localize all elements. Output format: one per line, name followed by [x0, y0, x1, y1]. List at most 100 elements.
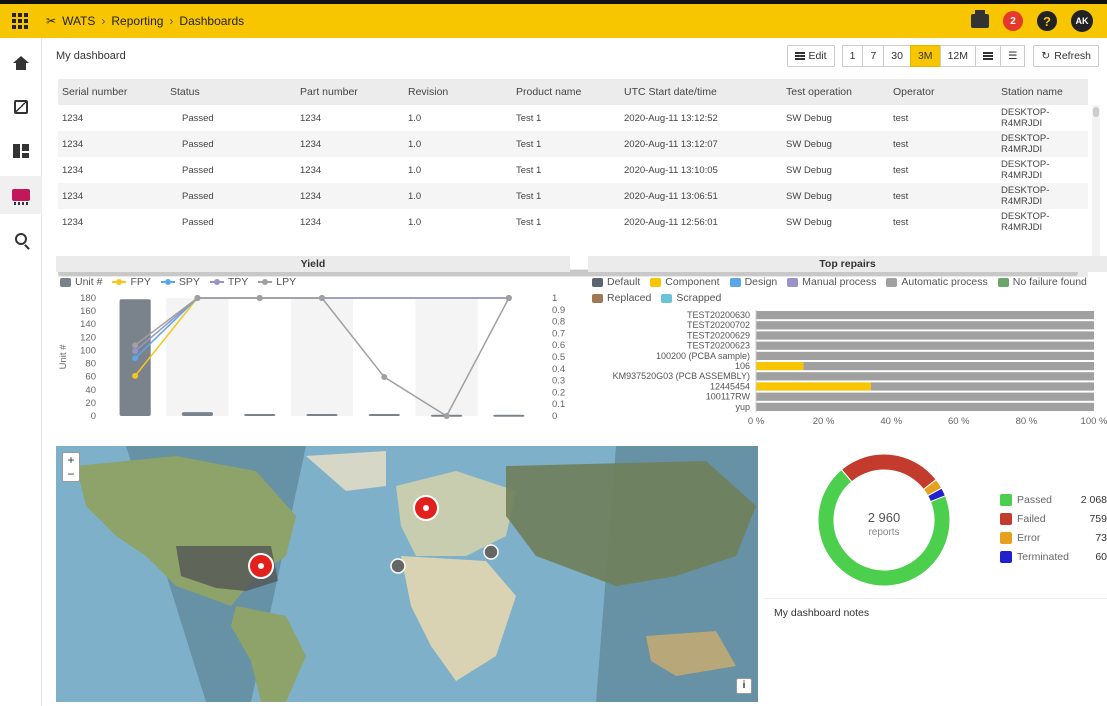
location-marker-turkey[interactable]	[483, 544, 499, 560]
legend-label: LPY	[276, 276, 297, 288]
category-label: TEST20200630	[687, 310, 750, 320]
x-tick-label: 80 %	[1016, 416, 1038, 427]
column-header[interactable]: Status	[166, 79, 296, 105]
brand-name[interactable]: WATS	[62, 14, 95, 28]
dashboard-icon	[13, 144, 29, 158]
table-cell: SW Debug	[786, 138, 832, 150]
yield-point	[319, 295, 325, 301]
legend-item[interactable]: Manual process	[787, 276, 876, 288]
table-row[interactable]: 1234 Passed 1234 1.0 Test 1 2020-Aug-11 13:12…	[58, 105, 1088, 131]
column-header[interactable]: Serial number	[58, 79, 166, 105]
column-header[interactable]: UTC Start date/time	[620, 79, 782, 105]
legend-swatch	[1000, 493, 1012, 506]
y-tick-label: 140	[80, 319, 96, 330]
legend-item[interactable]: Unit #	[60, 276, 102, 288]
yield-point	[194, 295, 201, 301]
range-12m-button[interactable]: 12M	[939, 45, 976, 67]
table-cell: 1.0	[408, 164, 422, 176]
column-header[interactable]: Operator	[889, 79, 997, 105]
legend-item[interactable]: SPY	[160, 276, 200, 288]
app-menu-icon[interactable]	[0, 4, 40, 38]
reports-table: Serial number Status Part number Revisio…	[58, 79, 1104, 277]
legend-item[interactable]: Default	[592, 276, 640, 288]
repair-bar	[756, 351, 1094, 360]
sidebar-item-search[interactable]	[0, 220, 42, 258]
sidebar-item-production[interactable]	[0, 176, 42, 214]
list-view-button[interactable]: ☰	[1000, 45, 1026, 67]
yield-point	[132, 348, 139, 355]
zoom-in-button[interactable]: +	[63, 453, 79, 467]
legend-item[interactable]: Scrapped	[661, 292, 721, 304]
legend-swatch	[60, 277, 71, 287]
table-cell: test	[893, 138, 909, 150]
vertical-scrollbar[interactable]	[1092, 105, 1100, 265]
column-header[interactable]: Product name	[512, 79, 620, 105]
main-content: My dashboard Edit 1 7 30 3M 12M ☰ ↻ Refr…	[42, 38, 1107, 706]
legend-value: 759	[1089, 512, 1107, 525]
legend-item[interactable]: FPY	[112, 276, 151, 288]
status-legend-row[interactable]: Terminated 60	[1000, 547, 1107, 566]
location-marker-spain[interactable]	[390, 558, 406, 574]
range-3m-button[interactable]: 3M	[909, 45, 941, 67]
table-row[interactable]: 1234 Passed 1234 1.0 Test 1 2020-Aug-11 13:06…	[58, 183, 1088, 209]
column-header[interactable]: Part number	[296, 79, 404, 105]
table-cell: DESKTOP-R4MRJDI	[1001, 107, 1050, 129]
range-1-button[interactable]: 1	[841, 45, 864, 67]
legend-label: TPY	[227, 276, 249, 288]
x-tick-label: 0 %	[748, 416, 765, 427]
legend-item[interactable]: Design	[729, 276, 777, 288]
edit-icon	[794, 52, 805, 60]
sidebar-item-home[interactable]	[0, 44, 42, 82]
avatar[interactable]: AK	[1071, 10, 1093, 32]
notification-badge[interactable]: 2	[1003, 11, 1023, 31]
legend-item[interactable]: TPY	[209, 276, 249, 288]
table-cell: 1.0	[408, 138, 422, 150]
yield-legend: Unit # FPY SPY TPY LPY	[56, 272, 570, 292]
sidebar-item-analytics[interactable]	[0, 88, 42, 126]
legend-label: SPY	[178, 276, 200, 288]
status-legend-row[interactable]: Error 73	[1000, 528, 1107, 547]
map-info-button[interactable]: i	[736, 678, 752, 694]
column-header[interactable]: Revision	[404, 79, 512, 105]
range-30-button[interactable]: 30	[883, 45, 911, 67]
grid-view-button[interactable]	[975, 45, 1001, 67]
column-header[interactable]: Test operation	[782, 79, 889, 105]
legend-item[interactable]: No failure found	[997, 276, 1087, 288]
repair-bar	[756, 311, 1094, 320]
table-cell: 1234	[300, 112, 322, 124]
table-cell: SW Debug	[786, 112, 832, 124]
repair-bar	[870, 382, 1094, 391]
y-tick-label: 100	[80, 345, 96, 356]
zoom-out-button[interactable]: −	[63, 467, 79, 481]
legend-item[interactable]: LPY	[258, 276, 296, 288]
column-header[interactable]: Station name	[997, 79, 1088, 105]
table-row[interactable]: 1234 Passed 1234 1.0 Test 1 2020-Aug-11 12:56…	[58, 209, 1088, 235]
world-map[interactable]: + − i	[56, 446, 758, 702]
legend-item[interactable]: Replaced	[592, 292, 651, 304]
legend-item[interactable]: Automatic process	[886, 276, 988, 288]
wats-logo[interactable]: ✂	[46, 14, 56, 28]
legend-swatch	[258, 279, 273, 285]
status-legend-row[interactable]: Passed 2 068	[1000, 490, 1107, 509]
table-cell: 1234	[62, 112, 84, 124]
help-icon[interactable]: ?	[1037, 11, 1057, 31]
legend-swatch	[1000, 531, 1012, 544]
yield-title: Yield	[56, 256, 570, 272]
breadcrumb-dashboards[interactable]: Dashboards	[179, 14, 244, 28]
table-cell: DESKTOP-R4MRJDI	[1001, 159, 1050, 181]
x-tick-label: 60 %	[948, 416, 970, 427]
breadcrumb-reporting[interactable]: Reporting	[111, 14, 163, 28]
legend-item[interactable]: Component	[650, 276, 720, 288]
table-cell: 1234	[300, 216, 322, 228]
plot-band	[290, 298, 354, 416]
sidebar-item-dashboard[interactable]	[0, 132, 42, 170]
print-icon[interactable]	[971, 10, 989, 28]
table-row[interactable]: 1234 Passed 1234 1.0 Test 1 2020-Aug-11 13:10…	[58, 157, 1088, 183]
status-legend-row[interactable]: Failed 759	[1000, 509, 1107, 528]
refresh-button[interactable]: ↻ Refresh	[1033, 45, 1099, 67]
y-axis-label: Unit #	[58, 344, 69, 370]
table-row[interactable]: 1234 Passed 1234 1.0 Test 1 2020-Aug-11 13:12…	[58, 131, 1088, 157]
dashboard-notes[interactable]: My dashboard notes	[764, 598, 1107, 704]
range-7-button[interactable]: 7	[862, 45, 885, 67]
edit-button[interactable]: Edit	[786, 45, 835, 67]
